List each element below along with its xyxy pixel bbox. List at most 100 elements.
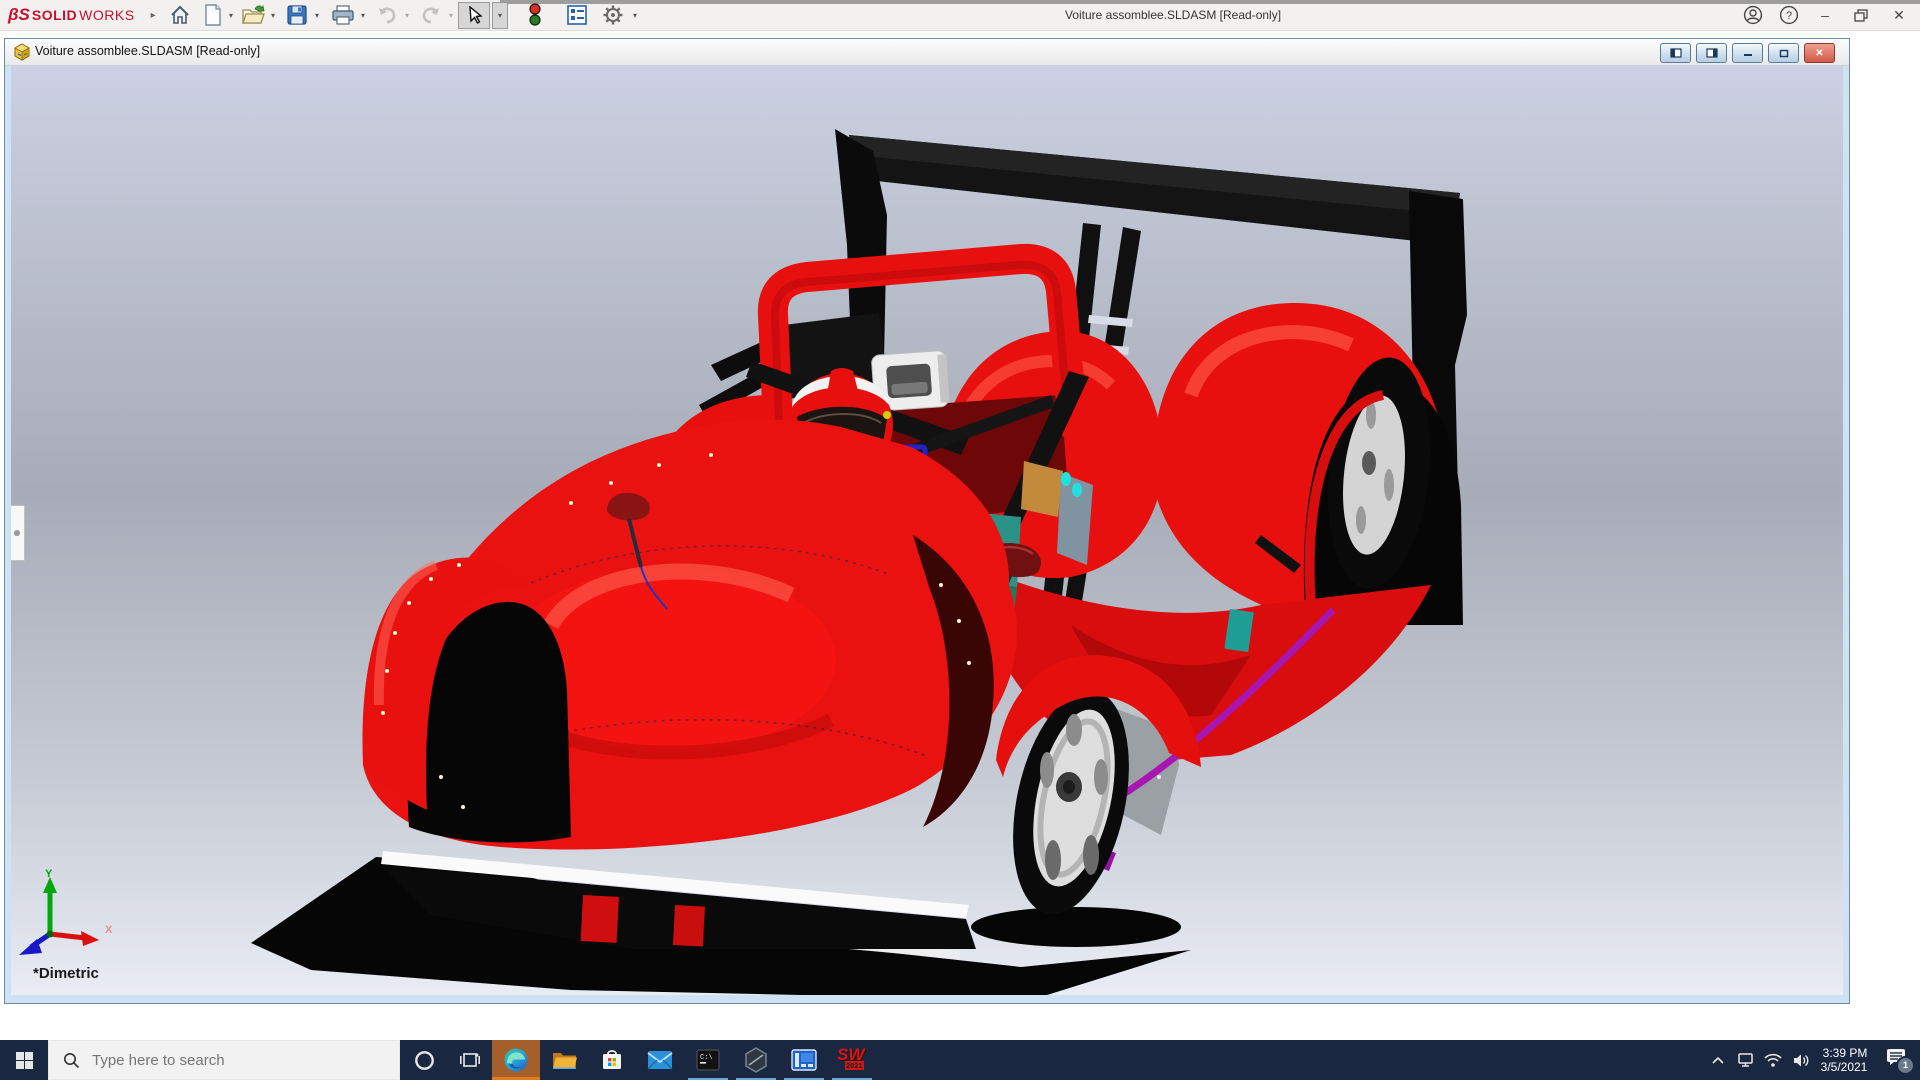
chevron-up-icon [1712, 1056, 1724, 1064]
save-icon [287, 5, 307, 25]
wifi-icon [1764, 1053, 1782, 1067]
task-view-icon [460, 1053, 480, 1067]
tray-wifi-button[interactable] [1759, 1040, 1787, 1080]
display-icon [1737, 1053, 1753, 1067]
app-title: Voiture assomblee.SLDASM [Read-only] [1064, 8, 1282, 22]
cortana-button[interactable] [400, 1040, 448, 1080]
close-button[interactable]: ✕ [1884, 2, 1914, 28]
pane-left-icon [1669, 48, 1682, 58]
taskbar-app-edge[interactable] [492, 1040, 540, 1080]
car-model [251, 129, 1467, 995]
new-document-dropdown[interactable]: ▾ [226, 2, 236, 28]
start-button[interactable] [0, 1040, 48, 1080]
search-input[interactable] [90, 1050, 384, 1070]
print-dropdown[interactable]: ▾ [358, 2, 368, 28]
save-dropdown[interactable]: ▾ [312, 2, 322, 28]
pane-right-button[interactable] [1696, 43, 1727, 63]
document-window: Voiture assomblee.SLDASM [Read-only] ✕ Y… [4, 38, 1850, 1004]
help-button[interactable]: ? [1774, 2, 1804, 28]
options-gear-icon [603, 5, 623, 25]
tray-display-button[interactable] [1731, 1040, 1759, 1080]
doc-restore-button[interactable] [1768, 43, 1799, 63]
tray-clock[interactable]: 3:39 PM 3/5/2021 [1815, 1040, 1873, 1080]
action-center-button[interactable]: 1 [1876, 1040, 1920, 1080]
taskbar-app-mail[interactable] [636, 1040, 684, 1080]
background-window-edge [500, 0, 1920, 4]
taskbar-search[interactable] [48, 1040, 400, 1080]
store-icon [603, 1050, 621, 1069]
feature-tree-splitter-handle[interactable] [11, 505, 25, 561]
svg-text:C:\: C:\ [700, 1054, 713, 1062]
search-icon [64, 1052, 80, 1068]
component-properties-button[interactable] [562, 2, 592, 28]
hexagon-app-icon [745, 1047, 767, 1073]
new-document-button[interactable] [200, 2, 226, 28]
volume-icon [1793, 1054, 1808, 1066]
menu-expand-arrow[interactable]: ▸ [151, 10, 156, 21]
triad-x-label: X [105, 924, 113, 936]
options-button[interactable] [598, 2, 628, 28]
command-prompt-icon: C:\ [696, 1049, 720, 1071]
restore-icon [1854, 8, 1868, 22]
options-dropdown[interactable]: ▾ [630, 2, 640, 28]
home-button[interactable] [166, 2, 194, 28]
undo-icon [379, 7, 396, 24]
reference-triad: Y X [19, 868, 113, 955]
doc-close-button[interactable]: ✕ [1804, 43, 1835, 63]
cortana-icon [414, 1050, 434, 1070]
windows-taskbar: C:\ SW 2021 [0, 1040, 1920, 1080]
taskbar-app-solidworks[interactable]: SW 2021 [828, 1040, 876, 1080]
redo-icon [422, 7, 439, 24]
open-button[interactable] [238, 2, 268, 28]
tray-volume-button[interactable] [1787, 1040, 1815, 1080]
document-title: Voiture assomblee.SLDASM [Read-only] [35, 44, 261, 58]
open-dropdown[interactable]: ▾ [268, 2, 278, 28]
doc-minimize-icon [1743, 54, 1752, 56]
select-tool-dropdown[interactable]: ▾ [492, 2, 508, 29]
triad-y-label: Y [45, 868, 53, 880]
undo-button[interactable] [372, 2, 402, 28]
taskbar-app-media[interactable] [780, 1040, 828, 1080]
document-title-bar: Voiture assomblee.SLDASM [Read-only] ✕ [5, 39, 1849, 66]
graphics-viewport[interactable]: Y X *Dimetric [11, 65, 1843, 995]
task-view-button[interactable] [448, 1040, 492, 1080]
select-tool-button[interactable] [458, 2, 490, 29]
redo-button[interactable] [416, 2, 446, 28]
notification-badge: 1 [1896, 1056, 1915, 1075]
stoplight-icon [529, 3, 541, 26]
component-properties-icon [567, 5, 587, 25]
print-icon [332, 5, 354, 25]
tray-date: 3/5/2021 [1820, 1060, 1868, 1074]
taskbar-app-command-prompt[interactable]: C:\ [684, 1040, 732, 1080]
file-explorer-icon [552, 1053, 577, 1069]
tray-time: 3:39 PM [1822, 1046, 1868, 1060]
splitter-grip-dot [14, 530, 20, 536]
edge-icon [504, 1048, 528, 1072]
home-icon [171, 5, 189, 24]
windows-start-icon [15, 1051, 33, 1069]
new-document-icon [205, 4, 221, 26]
view-orientation-label: *Dimetric [33, 965, 99, 982]
account-button[interactable] [1738, 2, 1768, 28]
pane-left-button[interactable] [1660, 43, 1691, 63]
taskbar-app-hexagon[interactable] [732, 1040, 780, 1080]
solidworks-logo: βS SOLID WORKS ▸ [8, 5, 156, 24]
taskbar-app-file-explorer[interactable] [540, 1040, 588, 1080]
tray-expand-button[interactable] [1705, 1040, 1731, 1080]
taskbar-app-store[interactable] [588, 1040, 636, 1080]
print-button[interactable] [328, 2, 358, 28]
doc-restore-icon [1779, 49, 1788, 57]
mail-icon [647, 1051, 673, 1070]
save-button[interactable] [282, 2, 312, 28]
open-folder-icon [242, 4, 265, 24]
minimize-button[interactable]: – [1810, 2, 1840, 28]
doc-minimize-button[interactable] [1732, 43, 1763, 63]
restore-button[interactable] [1846, 2, 1876, 28]
assembly-file-icon [14, 43, 30, 61]
media-app-icon [791, 1049, 817, 1071]
stoplight-button[interactable] [522, 2, 548, 28]
user-account-icon [1743, 5, 1763, 25]
pane-right-icon [1705, 48, 1718, 58]
undo-dropdown[interactable]: ▾ [402, 2, 412, 28]
redo-dropdown[interactable]: ▾ [446, 2, 456, 28]
